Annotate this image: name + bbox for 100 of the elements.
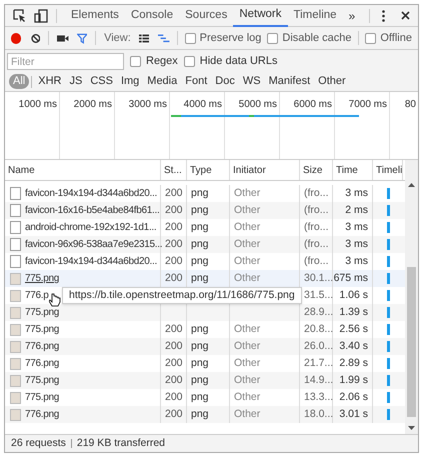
type-filter[interactable]: Media [143, 74, 182, 89]
option-label: Regex [146, 54, 178, 70]
image-file-icon [10, 324, 21, 336]
panel-tab[interactable]: Network [233, 5, 288, 26]
checkbox[interactable] [130, 56, 141, 67]
status-code: 200 [165, 356, 183, 371]
video-camera-icon[interactable] [57, 34, 69, 42]
type-filter[interactable]: XHR [34, 74, 66, 89]
initiator-text: Other [234, 186, 260, 201]
list-view-icon[interactable] [138, 34, 150, 42]
column-header[interactable]: Timeli [376, 162, 402, 178]
type-text: png [191, 270, 209, 286]
file-name[interactable]: 776.png [25, 407, 60, 422]
file-name[interactable]: 775.png [25, 390, 60, 405]
waterfall-bar [386, 239, 390, 250]
column-header[interactable]: St... [164, 162, 182, 178]
file-name[interactable]: 775.png [25, 305, 60, 320]
file-name[interactable]: 775.png [25, 322, 60, 337]
time-tick: 7000 ms [348, 98, 387, 109]
close-icon[interactable] [401, 11, 410, 20]
waterfall-bar [386, 222, 390, 233]
type-filter[interactable]: Img [116, 74, 144, 89]
column-header[interactable]: Name [8, 162, 35, 178]
status-code: 200 [165, 270, 183, 286]
size-text: 20.8... [304, 322, 334, 337]
device-icon[interactable] [34, 8, 48, 22]
initiator-text: Other [234, 202, 260, 218]
initiator-text: Other [234, 322, 260, 337]
size-text: (fro... [304, 220, 329, 235]
column-header[interactable]: Type [190, 162, 212, 178]
time-text: 3 ms [345, 236, 368, 252]
checkbox[interactable] [184, 32, 196, 44]
clear-icon[interactable] [30, 32, 40, 44]
waterfall-view-icon[interactable] [158, 34, 170, 42]
file-name[interactable]: favicon-16x16-b5e4abe84fb61... [25, 203, 160, 218]
scroll-up-icon[interactable] [408, 183, 415, 187]
time-text: 675 ms [334, 270, 368, 286]
menu-icon[interactable] [382, 10, 385, 22]
time-text: 3 ms [345, 220, 368, 235]
status-code: 200 [165, 322, 183, 337]
scroll-thumb[interactable] [407, 267, 416, 417]
size-text: (fro... [304, 236, 329, 252]
panel-tab[interactable]: Console [124, 5, 180, 26]
time-text: 3 ms [345, 186, 368, 201]
column-header[interactable]: Size [303, 162, 322, 178]
file-name[interactable]: 775.png [25, 271, 60, 286]
size-text: (fro... [304, 186, 329, 201]
time-text: 3.01 s [339, 406, 368, 422]
type-filter[interactable]: JS [65, 74, 86, 89]
type-filter[interactable]: Font [181, 74, 212, 89]
status-code: 200 [165, 186, 183, 201]
file-name[interactable]: 776.p [25, 288, 49, 303]
time-text: 2.56 s [339, 322, 368, 337]
size-text: (fro... [304, 202, 329, 218]
status-code: 200 [165, 254, 183, 269]
type-filter[interactable]: CSS [86, 74, 117, 89]
record-button[interactable] [11, 32, 21, 44]
panel-tab[interactable]: Sources [179, 5, 234, 26]
time-text: 3.40 s [339, 338, 368, 354]
type-filter[interactable]: Other [314, 74, 350, 89]
file-name[interactable]: favicon-96x96-538aa7e9e2315... [25, 237, 162, 252]
panel-tab[interactable]: Elements [65, 5, 125, 26]
initiator-text: Other [234, 390, 260, 405]
initiator-text: Other [234, 220, 260, 235]
inspect-icon[interactable] [13, 9, 26, 22]
waterfall-bar [386, 375, 390, 386]
filter-field[interactable]: Filter [7, 53, 124, 70]
scroll-down-icon[interactable] [408, 426, 415, 430]
image-file-icon [10, 290, 21, 302]
filter-icon[interactable] [76, 32, 88, 44]
size-text: 13.3... [304, 390, 334, 405]
file-name[interactable]: android-chrome-192x192-1d1... [25, 220, 156, 235]
column-header[interactable]: Initiator [233, 162, 266, 178]
image-file-icon [10, 358, 21, 370]
waterfall-bar [386, 273, 390, 284]
file-name[interactable]: 776.png [25, 356, 60, 371]
time-tick: 3000 ms [128, 98, 167, 109]
initiator-text: Other [234, 338, 260, 354]
time-tick: 4000 ms [184, 98, 222, 109]
checkbox[interactable] [184, 56, 195, 67]
initiator-text: Other [234, 406, 260, 422]
scrollbar[interactable] [405, 160, 418, 434]
waterfall-bar [386, 188, 390, 199]
checkbox[interactable] [365, 32, 376, 44]
type-text: png [191, 186, 209, 201]
initiator-text: Other [234, 356, 260, 371]
type-text: png [191, 406, 209, 422]
column-header[interactable]: Time [336, 162, 358, 178]
checkbox[interactable] [267, 32, 278, 44]
file-name[interactable]: favicon-194x194-d344a6bd20... [25, 254, 157, 269]
file-name[interactable]: 776.png [25, 339, 60, 354]
type-filter[interactable]: Doc [211, 74, 239, 89]
panel-tab[interactable]: Timeline [288, 5, 343, 26]
status-code: 200 [165, 390, 183, 405]
type-filter[interactable]: Manifest [264, 74, 314, 89]
file-name[interactable]: 775.png [25, 373, 60, 388]
file-name[interactable]: favicon-194x194-d344a6bd20... [25, 186, 157, 201]
more-tabs-button[interactable]: » [342, 6, 362, 24]
type-filter[interactable]: WS [238, 74, 265, 89]
time-tick: 6000 ms [294, 98, 332, 109]
